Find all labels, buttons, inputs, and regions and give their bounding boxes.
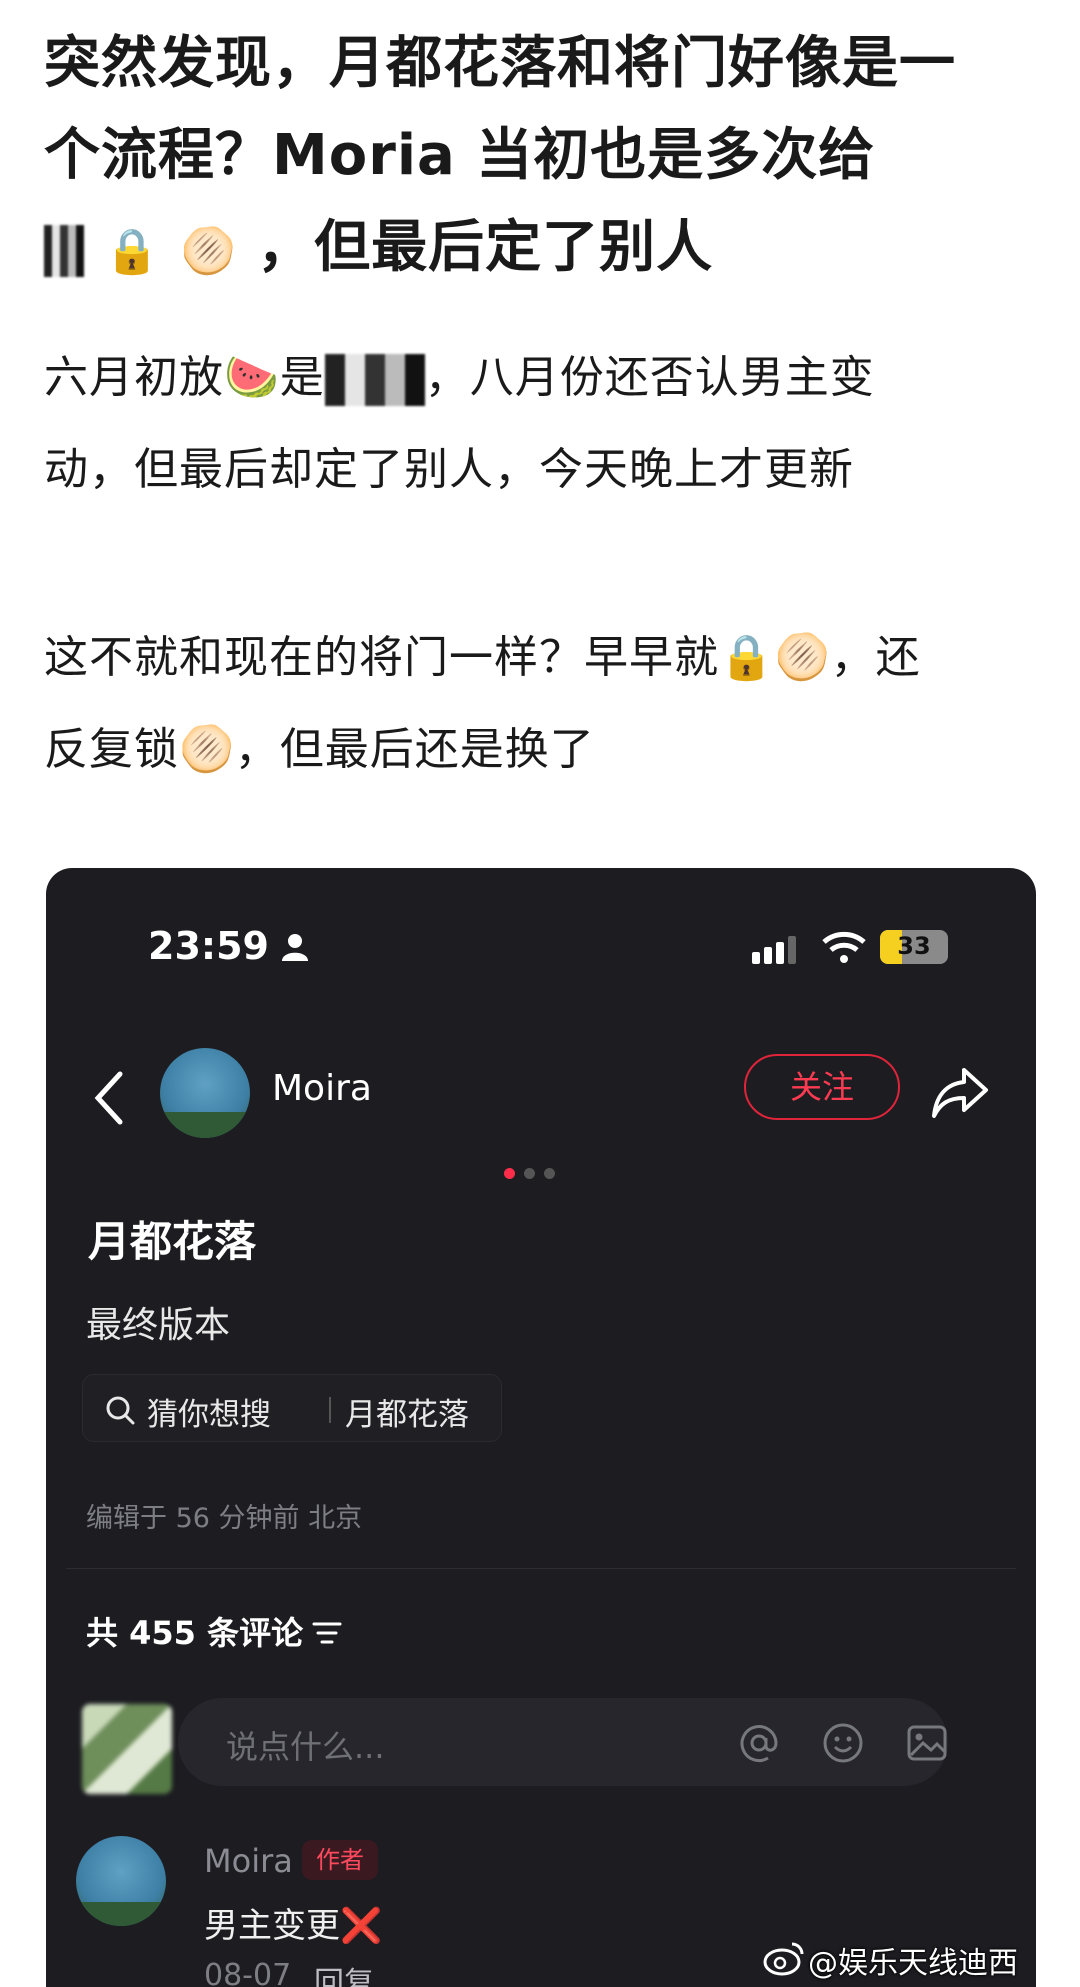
paragraph-2-text-b: ，还 (830, 632, 921, 683)
mosaic-censor (44, 224, 84, 277)
cookie-icon: 🫓 (180, 226, 237, 277)
reply-button[interactable]: 回复 (314, 1958, 374, 1987)
wifi-icon (822, 931, 866, 963)
paragraph-2-text-a: 这不就和现在的将门一样？早早就 (44, 632, 719, 683)
embedded-screenshot: 23:59 33 Moira 关注 月都花落 最终版本 猜你想搜 月都花落 编辑… (46, 868, 1036, 1987)
edit-info: 编辑于 56 分钟前 北京 (86, 1503, 363, 1534)
headline-line-3-text: ，但最后定了别人 (257, 215, 714, 280)
watermelon-icon: 🍉 (224, 352, 280, 403)
paragraph-2-text-c: 反复锁 (44, 724, 179, 775)
commenter-name[interactable]: Moira (204, 1842, 293, 1880)
search-icon (106, 1396, 135, 1425)
paragraph-1-text-a: 六月初放 (44, 352, 224, 403)
paragraph-1-text-c: ，八月份还否认男主变 (424, 352, 875, 403)
paragraph-1-line-2: 动，但最后却定了别人，今天晚上才更新 (44, 444, 854, 495)
signal-icon (752, 936, 796, 964)
paragraph-2-text-d: ，但最后还是换了 (234, 724, 595, 775)
headline-line-1: 突然发现，月都花落和将门好像是一 (44, 31, 956, 96)
suggested-search-label: 猜你想搜 (147, 1397, 271, 1433)
paragraph-2-line-1: 这不就和现在的将门一样？早早就🔒🫓，还 (44, 612, 1044, 704)
paragraph-2: 这不就和现在的将门一样？早早就🔒🫓，还 反复锁🫓，但最后还是换了 (44, 612, 1044, 796)
paragraph-1-line-1: 六月初放🍉是 ，八月份还否认男主变 (44, 332, 1044, 424)
carousel-dot (524, 1168, 535, 1179)
emoji-icon[interactable] (820, 1720, 866, 1766)
lock-icon: 🔒 (719, 632, 775, 683)
battery-level: 33 (897, 932, 931, 960)
author-badge: 作者 (302, 1840, 378, 1880)
author-name[interactable]: Moira (272, 1068, 372, 1109)
post-title: 月都花落 (88, 1217, 257, 1266)
share-icon[interactable] (930, 1064, 990, 1120)
cookie-icon: 🫓 (774, 632, 831, 683)
comment-input[interactable]: 说点什么... (178, 1698, 948, 1786)
comment-body: 男主变更 (204, 1906, 340, 1946)
mention-icon[interactable] (736, 1720, 782, 1766)
carousel-indicator (504, 1164, 574, 1179)
mosaic-censor (324, 354, 425, 406)
headline-line-3: 🔒 🫓 ，但最后定了别人 (44, 202, 1044, 298)
paragraph-2-line-2: 反复锁🫓，但最后还是换了 (44, 704, 1044, 796)
carousel-dot (544, 1168, 555, 1179)
author-avatar[interactable] (160, 1048, 250, 1138)
comment-count: 共 455 条评论 (86, 1614, 304, 1652)
suggested-search-chip[interactable]: 猜你想搜 月都花落 (82, 1374, 502, 1442)
paragraph-1-text-b: 是 (279, 352, 325, 403)
cookie-icon: 🫓 (179, 724, 235, 775)
post-headline: 突然发现，月都花落和将门好像是一 个流程？Moria 当初也是多次给 🔒 🫓 ，… (44, 18, 1044, 298)
battery-icon: 33 (880, 930, 948, 964)
comment-text: 男主变更❌ (204, 1898, 382, 1947)
current-user-avatar (82, 1704, 172, 1794)
carousel-dot-active (504, 1168, 515, 1179)
cross-icon: ❌ (340, 1906, 383, 1946)
follow-button[interactable]: 关注 (744, 1054, 900, 1120)
person-icon (282, 934, 308, 961)
comment-date: 08-07 (204, 1958, 292, 1987)
back-icon[interactable] (90, 1068, 130, 1128)
headline-line-2: 个流程？Moria 当初也是多次给 (44, 123, 876, 188)
commenter-avatar[interactable] (76, 1836, 166, 1926)
suggested-search-term: 月都花落 (345, 1397, 469, 1433)
weibo-logo-icon (763, 1942, 804, 1976)
post-subtitle: 最终版本 (86, 1305, 231, 1346)
lock-icon: 🔒 (104, 226, 161, 277)
divider (66, 1568, 1016, 1569)
image-icon[interactable] (904, 1720, 950, 1766)
status-time: 23:59 (148, 924, 269, 968)
chip-divider (329, 1397, 331, 1423)
sort-icon[interactable] (312, 1620, 342, 1646)
watermark: @娱乐天线迪西 (808, 1946, 1018, 1981)
paragraph-1: 六月初放🍉是 ，八月份还否认男主变 动，但最后却定了别人，今天晚上才更新 (44, 332, 1044, 516)
comment-input-placeholder: 说点什么... (226, 1728, 385, 1766)
